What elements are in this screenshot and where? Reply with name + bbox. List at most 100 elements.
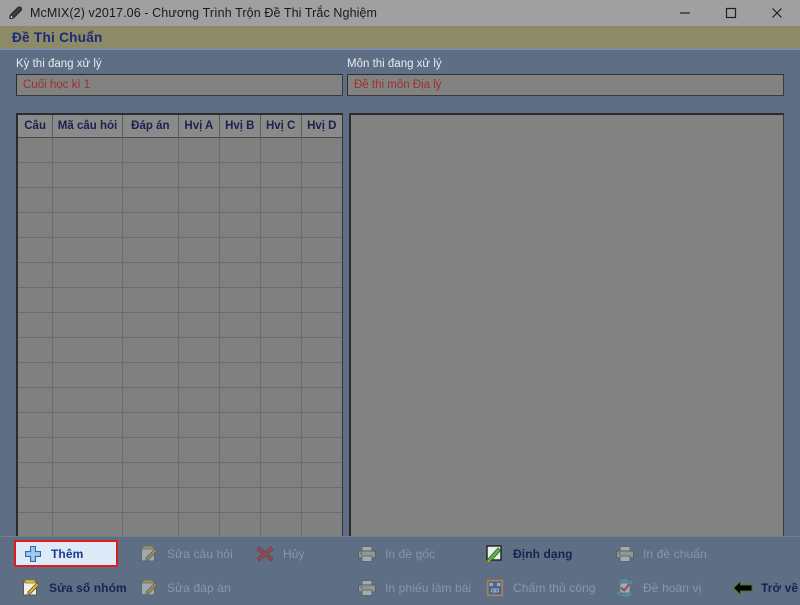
table-cell[interactable] [178,462,220,488]
table-cell[interactable] [219,487,261,513]
table-cell[interactable] [178,412,220,438]
exam-subject-input[interactable]: Đề thi môn Địa lý [347,74,784,96]
table-cell[interactable] [18,387,54,413]
table-row[interactable] [18,137,342,163]
table-cell[interactable] [178,512,220,538]
table-row[interactable] [18,237,342,263]
table-cell[interactable] [301,387,342,413]
table-cell[interactable] [260,312,302,338]
table-cell[interactable] [178,387,220,413]
table-cell[interactable] [219,137,261,163]
table-cell[interactable] [122,262,179,288]
table-cell[interactable] [122,512,179,538]
table-cell[interactable] [178,162,220,188]
table-cell[interactable] [260,337,302,363]
table-cell[interactable] [260,187,302,213]
table-row[interactable] [18,412,342,438]
table-cell[interactable] [301,312,342,338]
table-cell[interactable] [18,212,54,238]
table-cell[interactable] [178,487,220,513]
grid-column-header[interactable]: Đáp án [122,115,179,138]
table-row[interactable] [18,337,342,363]
table-cell[interactable] [301,462,342,488]
table-cell[interactable] [18,287,54,313]
table-cell[interactable] [52,337,123,363]
table-cell[interactable] [301,512,342,538]
table-cell[interactable] [52,212,123,238]
table-cell[interactable] [122,162,179,188]
table-cell[interactable] [52,162,123,188]
table-cell[interactable] [260,287,302,313]
table-cell[interactable] [260,512,302,538]
table-cell[interactable] [52,437,123,463]
table-row[interactable] [18,162,342,188]
table-cell[interactable] [122,212,179,238]
table-row[interactable] [18,312,342,338]
table-cell[interactable] [122,337,179,363]
table-cell[interactable] [178,237,220,263]
table-row[interactable] [18,462,342,488]
table-cell[interactable] [18,487,54,513]
table-row[interactable] [18,287,342,313]
table-cell[interactable] [260,362,302,388]
table-cell[interactable] [301,237,342,263]
table-cell[interactable] [52,462,123,488]
table-row[interactable] [18,487,342,513]
table-row[interactable] [18,187,342,213]
table-cell[interactable] [260,137,302,163]
table-cell[interactable] [52,237,123,263]
table-cell[interactable] [52,512,123,538]
table-cell[interactable] [219,212,261,238]
table-cell[interactable] [219,262,261,288]
table-row[interactable] [18,387,342,413]
table-cell[interactable] [122,412,179,438]
table-cell[interactable] [52,187,123,213]
grid-column-header[interactable]: Hvị D [301,115,342,138]
button-tro-ve[interactable]: Trở về [726,574,798,601]
maximize-button[interactable] [708,0,754,26]
table-cell[interactable] [178,337,220,363]
table-cell[interactable] [178,437,220,463]
table-cell[interactable] [301,262,342,288]
table-cell[interactable] [18,137,54,163]
table-cell[interactable] [219,237,261,263]
table-cell[interactable] [122,187,179,213]
table-cell[interactable] [301,487,342,513]
button-sua-so-nhom[interactable]: Sửa số nhóm [14,574,134,601]
minimize-button[interactable] [662,0,708,26]
table-cell[interactable] [122,287,179,313]
table-cell[interactable] [178,212,220,238]
table-cell[interactable] [178,362,220,388]
table-cell[interactable] [219,287,261,313]
grid-column-header[interactable]: Câu [18,115,54,138]
table-cell[interactable] [301,212,342,238]
table-cell[interactable] [219,187,261,213]
table-cell[interactable] [122,387,179,413]
table-cell[interactable] [52,287,123,313]
table-cell[interactable] [301,362,342,388]
table-cell[interactable] [122,312,179,338]
table-cell[interactable] [178,187,220,213]
grid-column-header[interactable]: Hvị A [178,115,220,138]
table-cell[interactable] [52,487,123,513]
table-cell[interactable] [219,437,261,463]
table-cell[interactable] [260,162,302,188]
button-them[interactable]: Thêm [14,540,118,567]
table-cell[interactable] [178,262,220,288]
table-row[interactable] [18,512,342,538]
exam-preview-panel[interactable] [349,113,784,583]
table-cell[interactable] [122,487,179,513]
table-cell[interactable] [122,237,179,263]
table-cell[interactable] [52,312,123,338]
table-cell[interactable] [219,462,261,488]
table-cell[interactable] [122,462,179,488]
table-cell[interactable] [219,312,261,338]
table-cell[interactable] [18,462,54,488]
table-cell[interactable] [219,337,261,363]
table-cell[interactable] [18,262,54,288]
table-cell[interactable] [301,412,342,438]
table-cell[interactable] [18,337,54,363]
table-cell[interactable] [52,362,123,388]
exam-session-input[interactable]: Cuối học kì 1 [16,74,343,96]
table-cell[interactable] [18,512,54,538]
